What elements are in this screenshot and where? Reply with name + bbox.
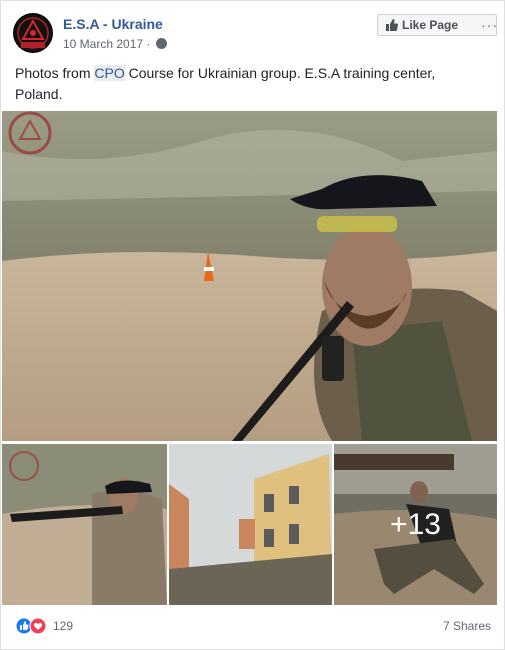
like-page-label: Like Page <box>402 18 459 32</box>
post-header: E.S.A - Ukraine 10 March 2017 · Like Pag… <box>13 11 497 55</box>
main-photo-image <box>2 111 497 441</box>
more-photos-overlay[interactable]: +13 <box>334 444 497 605</box>
reaction-icons <box>15 617 47 635</box>
reactions-count[interactable]: 129 <box>53 619 73 633</box>
hashtag-link[interactable]: CPO <box>94 65 125 81</box>
shares-count[interactable]: 7 Shares <box>443 619 491 633</box>
post-meta: 10 March 2017 · <box>63 37 167 51</box>
globe-icon <box>155 38 167 49</box>
thumbs-up-icon <box>386 19 398 31</box>
post-footer: 129 7 Shares <box>15 617 491 635</box>
photo-thumb-1[interactable] <box>2 444 167 605</box>
page-name[interactable]: E.S.A - Ukraine <box>63 16 163 32</box>
post-text: Photos from CPO Course for Ukrainian gro… <box>15 63 485 105</box>
photo-thumb-1-image <box>2 444 167 605</box>
post-text-start: Photos from <box>15 65 95 81</box>
post-date[interactable]: 10 March 2017 <box>63 37 143 51</box>
page-avatar[interactable] <box>13 13 53 53</box>
like-page-button[interactable]: Like Page <box>377 14 497 36</box>
esa-logo-icon <box>14 14 52 52</box>
reactions[interactable] <box>15 617 55 635</box>
photo-thumb-2[interactable] <box>169 444 332 605</box>
photo-thumb-2-image <box>169 444 332 605</box>
facebook-post: E.S.A - Ukraine 10 March 2017 · Like Pag… <box>0 0 505 650</box>
more-options-button[interactable]: ··· <box>481 17 498 33</box>
main-photo[interactable] <box>2 111 497 441</box>
photo-thumb-3[interactable]: +13 <box>334 444 497 605</box>
